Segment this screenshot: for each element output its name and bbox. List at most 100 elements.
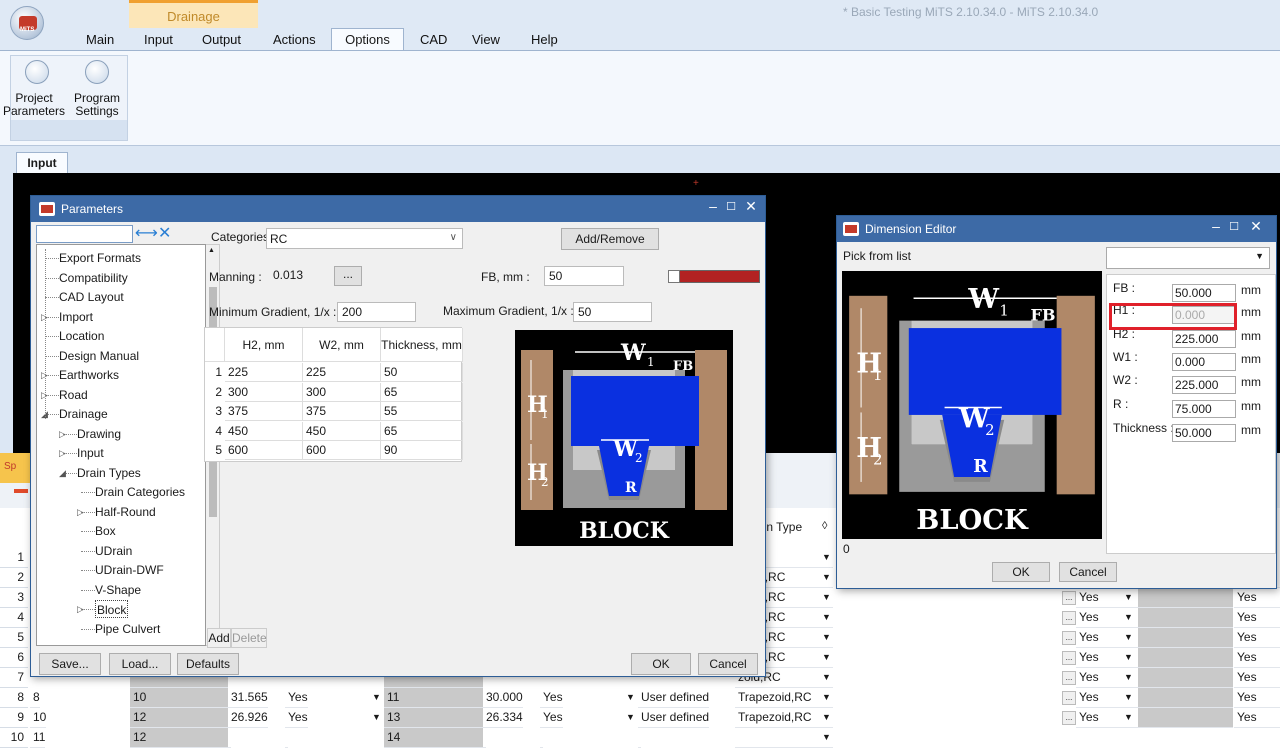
program-settings-button[interactable] (85, 60, 109, 84)
max-gradient-field[interactable]: 50 (573, 302, 652, 322)
table-cell[interactable]: 375 (303, 402, 381, 421)
table-cell[interactable]: 65 (381, 421, 463, 441)
tree-node[interactable]: Input (77, 444, 104, 462)
min-gradient-field[interactable]: 200 (337, 302, 416, 322)
tree-node[interactable]: CAD Layout (59, 288, 124, 306)
add-row-button[interactable]: Add (207, 628, 231, 648)
grid-cell[interactable]: 26.334 (483, 708, 523, 728)
color-swatch[interactable] (668, 270, 760, 283)
grid-cell-yes[interactable]: Yes (1234, 708, 1280, 728)
row-number[interactable]: 9 (0, 708, 28, 728)
chevron-down-icon[interactable]: ▼ (1124, 612, 1133, 622)
grid-cell[interactable] (228, 728, 231, 748)
tree-expander-icon[interactable]: ▷ (77, 600, 84, 618)
table-cell[interactable]: 600 (225, 441, 303, 460)
grid-cell[interactable]: Yes (540, 708, 563, 728)
chevron-down-icon[interactable]: ▼ (372, 712, 381, 722)
app-logo[interactable]: MiTS (10, 6, 44, 40)
grid-cell[interactable] (638, 728, 641, 748)
tree-node[interactable]: Drain Types (77, 464, 141, 482)
grid-cell[interactable] (1138, 588, 1233, 608)
grid-cell[interactable] (1138, 708, 1233, 728)
row-number[interactable]: 2 (0, 568, 28, 588)
row-number[interactable]: 1 (205, 363, 225, 382)
tree-node[interactable]: Block (95, 600, 129, 618)
grid-cell[interactable]: 14 (384, 728, 483, 748)
grid-cell-yes[interactable]: Yes (1234, 588, 1280, 608)
tree-expander-icon[interactable]: ▷ (77, 503, 84, 521)
table-cell[interactable]: 50 (381, 363, 463, 382)
table-cell[interactable]: 450 (303, 421, 381, 441)
tab-output[interactable]: Output (202, 30, 241, 50)
chevron-down-icon[interactable]: ▼ (822, 552, 831, 562)
manning-ellipsis-button[interactable]: ... (334, 266, 362, 286)
dim-field-input[interactable]: 50.000 (1172, 284, 1236, 302)
chevron-down-icon[interactable]: ▼ (822, 652, 831, 662)
chevron-down-icon[interactable]: ▼ (822, 572, 831, 582)
scroll-up-icon[interactable]: ▲ (208, 247, 215, 254)
dim-field-input[interactable]: 225.000 (1172, 330, 1236, 348)
tree-node[interactable]: Export Formats (59, 249, 141, 267)
chevron-down-icon[interactable]: ▼ (822, 712, 831, 722)
chevron-down-icon[interactable]: ▼ (1124, 652, 1133, 662)
tree-node[interactable]: Location (59, 327, 104, 345)
tree-node[interactable]: Half-Round (95, 503, 156, 521)
grid-cell[interactable]: 10 (130, 688, 228, 708)
chevron-down-icon[interactable]: ▼ (1124, 712, 1133, 722)
table-cell[interactable]: 225 (303, 363, 381, 382)
grid-cell[interactable]: 12 (130, 728, 228, 748)
tree-expander-icon[interactable]: ▷ (59, 425, 66, 443)
grid-cell-yes[interactable]: Yes (1234, 608, 1280, 628)
maximize-icon[interactable]: ☐ (721, 200, 741, 213)
chevron-down-icon[interactable]: ▼ (822, 692, 831, 702)
tab-main[interactable]: Main (86, 30, 114, 50)
tab-view[interactable]: View (472, 30, 500, 50)
grid-cell[interactable] (1138, 688, 1233, 708)
column-thickness[interactable]: Thickness, mm (381, 328, 463, 362)
grid-cell[interactable] (1138, 628, 1233, 648)
cell-ellipsis-button[interactable]: ... (1062, 691, 1076, 705)
tree-expander-icon[interactable]: ◢ (59, 464, 66, 482)
categories-select[interactable]: RC ∨ (266, 228, 463, 249)
grid-cell[interactable]: 31.565 (228, 688, 268, 708)
tab-help[interactable]: Help (531, 30, 558, 50)
column-w2[interactable]: W2, mm (303, 328, 381, 362)
tree-node[interactable]: Drainage (59, 405, 108, 423)
chevron-down-icon[interactable]: ▼ (822, 592, 831, 602)
tab-input[interactable]: Input (144, 30, 173, 50)
expand-collapse-icon[interactable]: ⟷✕ (135, 223, 171, 243)
table-cell[interactable]: 600 (303, 441, 381, 460)
grid-cell[interactable]: 10 (30, 708, 47, 728)
dim-field-input[interactable]: 75.000 (1172, 400, 1236, 418)
grid-cell[interactable]: 30.000 (483, 688, 523, 708)
table-cell[interactable]: 300 (303, 382, 381, 402)
pick-from-list-select[interactable]: ▼ (1106, 247, 1270, 269)
table-cell[interactable]: 450 (225, 421, 303, 441)
ok-button[interactable]: OK (631, 653, 691, 675)
cell-ellipsis-button[interactable]: ... (1062, 671, 1076, 685)
tree-node[interactable]: Drain Categories (95, 483, 185, 501)
grid-cell[interactable] (1138, 608, 1233, 628)
tree-node[interactable]: Box (95, 522, 116, 540)
tree-node[interactable]: Drawing (77, 425, 121, 443)
dim-field-input[interactable]: 50.000 (1172, 424, 1236, 442)
minimize-icon[interactable]: – (1206, 218, 1226, 234)
maximize-icon[interactable]: ☐ (1224, 220, 1244, 233)
tree-node[interactable]: Road (59, 386, 88, 404)
grid-cell[interactable]: Yes (540, 688, 563, 708)
grid-cell-yes[interactable]: Yes (1234, 628, 1280, 648)
dim-field-input[interactable]: 225.000 (1172, 376, 1236, 394)
row-number[interactable]: 10 (0, 728, 28, 748)
tree-node[interactable]: UDrain (95, 542, 132, 560)
drain-type-cell[interactable] (735, 728, 833, 748)
close-icon[interactable]: ✕ (741, 198, 761, 215)
chevron-down-icon[interactable]: ▼ (626, 692, 635, 702)
row-number[interactable]: 6 (0, 648, 28, 668)
grid-cell[interactable]: 8 (30, 688, 40, 708)
column-h2[interactable]: H2, mm (225, 328, 303, 362)
grid-cell[interactable]: 26.926 (228, 708, 268, 728)
chevron-down-icon[interactable]: ▼ (822, 612, 831, 622)
grid-cell[interactable]: 12 (130, 708, 228, 728)
table-cell[interactable]: 55 (381, 402, 463, 421)
tree-node[interactable]: Compatibility (59, 269, 128, 287)
